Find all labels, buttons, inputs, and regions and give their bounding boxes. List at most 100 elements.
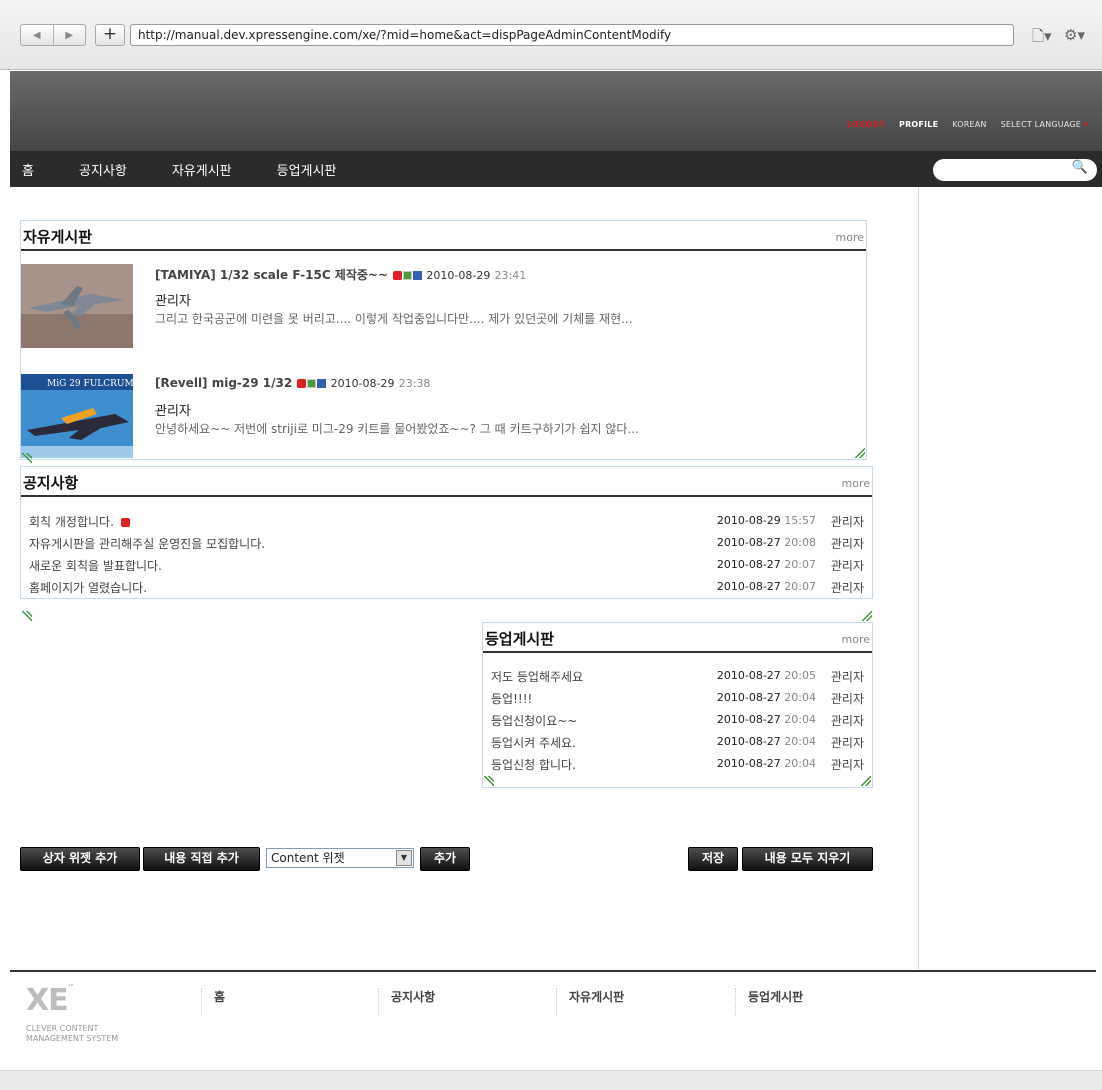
levelup-board-widget[interactable]: 등업게시판 more 저도 등업해주세요 2010-08-27 20:05 관리…: [482, 622, 873, 788]
post-thumbnail[interactable]: MiG 29 FULCRUM: [21, 374, 133, 458]
resize-handle-right[interactable]: [862, 611, 872, 621]
widget-type-value: Content 위젯: [271, 851, 345, 865]
new-tab-button[interactable]: +: [95, 24, 125, 46]
widget-header: 공지사항 more: [21, 467, 872, 497]
add-box-widget-button[interactable]: 상자 위젯 추가: [20, 847, 140, 871]
row-author: 관리자: [830, 758, 864, 772]
row-title[interactable]: 등업시켜 주세요.: [491, 734, 576, 751]
row-title[interactable]: 등업신청 합니다.: [491, 756, 576, 773]
add-button[interactable]: 추가: [420, 847, 470, 871]
account-menu: LOGOUT PROFILE KOREAN SELECT LANGUAGE ▾: [847, 120, 1088, 129]
gear-icon[interactable]: ⚙▾: [1064, 26, 1085, 44]
post-date: 2010-08-29: [330, 377, 395, 390]
chevron-down-icon[interactable]: ▼: [396, 850, 412, 866]
file-icon: [317, 379, 327, 388]
search-icon[interactable]: 🔍: [1072, 160, 1088, 175]
post-thumbnail[interactable]: [21, 264, 133, 348]
row-author: 관리자: [830, 581, 864, 595]
tagline-line-1: CLEVER CONTENT: [26, 1024, 99, 1033]
row-author: 관리자: [830, 559, 864, 573]
row-author: 관리자: [830, 670, 864, 684]
footer-link-notice[interactable]: 공지사항: [378, 988, 435, 1016]
post-date: 2010-08-29: [426, 269, 491, 282]
row-author: 관리자: [830, 736, 864, 750]
image-icon: [307, 379, 317, 388]
resize-handle-left[interactable]: [22, 453, 32, 463]
row-author: 관리자: [830, 537, 864, 551]
table-row[interactable]: 등업시켜 주세요. 2010-08-27 20:04 관리자: [489, 731, 866, 753]
back-button[interactable]: ◀: [21, 25, 54, 45]
row-date: 2010-08-27: [716, 580, 781, 593]
free-board-widget[interactable]: 자유게시판 more [TAMIYA] 1/32 scale F-15C 제작중…: [20, 220, 867, 463]
resize-handle-left[interactable]: [22, 611, 32, 621]
row-date: 2010-08-27: [716, 536, 781, 549]
profile-link[interactable]: PROFILE: [899, 120, 938, 129]
page-menu-icon[interactable]: 🗋▾: [1032, 26, 1052, 51]
row-date: 2010-08-27: [716, 735, 781, 748]
table-row[interactable]: 등업신청 합니다. 2010-08-27 20:04 관리자: [489, 753, 866, 775]
footer-link-levelup-board[interactable]: 등업게시판: [735, 988, 803, 1016]
row-title[interactable]: 등업신청이요~~: [491, 712, 577, 729]
browser-toolbar: ◀ ▶ + http://manual.dev.xpressengine.com…: [0, 0, 1102, 70]
row-time: 20:07: [784, 580, 816, 593]
post-title-line[interactable]: [Revell] mig-29 1/32 2010-08-29 23:38: [155, 376, 430, 390]
table-row[interactable]: 회칙 개정합니다. 2010-08-29 15:57 관리자: [27, 510, 866, 532]
table-row[interactable]: 등업!!!! 2010-08-27 20:04 관리자: [489, 687, 866, 709]
post-summary: 그리고 한국공군에 미련을 못 버리고.... 이렇게 작업중입니다만.... …: [155, 312, 633, 326]
more-link[interactable]: more: [842, 633, 871, 646]
row-title[interactable]: 자유게시판을 관리해주실 운영진을 모집합니다.: [29, 535, 265, 552]
address-bar[interactable]: http://manual.dev.xpressengine.com/xe/?m…: [130, 24, 1014, 46]
widget-type-select[interactable]: Content 위젯 ▼: [266, 848, 414, 868]
widget-title: 공지사항: [23, 474, 79, 492]
forward-button[interactable]: ▶: [54, 25, 86, 45]
row-date: 2010-08-27: [716, 669, 781, 682]
post-title-line[interactable]: [TAMIYA] 1/32 scale F-15C 제작중~~ 2010-08-…: [155, 266, 526, 283]
resize-handle-right[interactable]: [855, 448, 865, 458]
search-input[interactable]: 🔍: [933, 159, 1097, 181]
save-button[interactable]: 저장: [688, 847, 738, 871]
row-date: 2010-08-27: [716, 713, 781, 726]
select-language-link[interactable]: SELECT LANGUAGE ▾: [1001, 120, 1088, 129]
row-date: 2010-08-27: [716, 757, 781, 770]
post-author: 관리자: [155, 294, 191, 309]
footer-link-free-board[interactable]: 자유게시판: [556, 988, 624, 1016]
post-summary: 안녕하세요~~ 저번에 striji로 미그-29 키트를 물어봤었죠~~? 그…: [155, 422, 639, 436]
nav-item-home[interactable]: 홈: [22, 160, 34, 179]
widget-header: 자유게시판 more: [21, 221, 866, 251]
row-author: 관리자: [830, 692, 864, 706]
row-title[interactable]: 저도 등업해주세요: [491, 668, 583, 685]
more-link[interactable]: more: [836, 231, 865, 244]
resize-handle-right[interactable]: [861, 776, 871, 786]
logout-link[interactable]: LOGOUT: [847, 120, 885, 129]
post-title[interactable]: [Revell] mig-29 1/32: [155, 376, 292, 390]
table-row[interactable]: 저도 등업해주세요 2010-08-27 20:05 관리자: [489, 665, 866, 687]
notice-board-widget[interactable]: 공지사항 more 회칙 개정합니다. 2010-08-29 15:57 관리자…: [20, 466, 873, 599]
row-time: 20:08: [784, 536, 816, 549]
table-row[interactable]: 등업신청이요~~ 2010-08-27 20:04 관리자: [489, 709, 866, 731]
add-direct-content-button[interactable]: 내용 직접 추가: [143, 847, 260, 871]
footer-link-home[interactable]: 홈: [201, 988, 225, 1016]
post-title[interactable]: [TAMIYA] 1/32 scale F-15C 제작중~~: [155, 268, 388, 282]
resize-handle-left[interactable]: [484, 776, 494, 786]
tagline-line-2: MANAGEMENT SYSTEM: [26, 1034, 119, 1043]
table-row[interactable]: 새로운 회칙을 발표합니다. 2010-08-27 20:07 관리자: [27, 554, 866, 576]
xe-logo[interactable]: XE™: [26, 983, 75, 1018]
clear-all-button[interactable]: 내용 모두 지우기: [742, 847, 873, 871]
row-date: 2010-08-27: [716, 558, 781, 571]
widget-title: 등업게시판: [485, 630, 555, 648]
row-title[interactable]: 등업!!!!: [491, 690, 532, 707]
row-author: 관리자: [830, 515, 864, 529]
nav-item-free-board[interactable]: 자유게시판: [172, 160, 232, 179]
row-title[interactable]: 홈페이지가 열렸습니다.: [29, 579, 147, 596]
nav-item-notice[interactable]: 공지사항: [79, 160, 127, 179]
table-row[interactable]: 자유게시판을 관리해주실 운영진을 모집합니다. 2010-08-27 20:0…: [27, 532, 866, 554]
row-time: 20:05: [784, 669, 816, 682]
site-header: LOGOUT PROFILE KOREAN SELECT LANGUAGE ▾: [10, 71, 1102, 151]
row-title[interactable]: 새로운 회칙을 발표합니다.: [29, 557, 162, 574]
table-row[interactable]: 홈페이지가 열렸습니다. 2010-08-27 20:07 관리자: [27, 576, 866, 598]
nav-item-levelup-board[interactable]: 등업게시판: [277, 160, 337, 179]
image-icon: [403, 271, 413, 280]
footer-divider: [10, 970, 1096, 972]
more-link[interactable]: more: [842, 477, 871, 490]
row-title[interactable]: 회칙 개정합니다.: [29, 515, 114, 529]
